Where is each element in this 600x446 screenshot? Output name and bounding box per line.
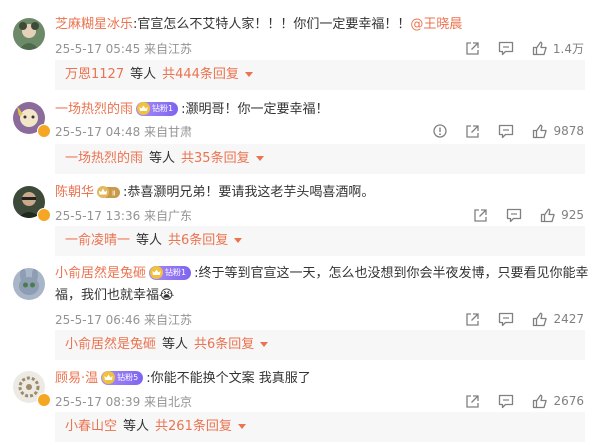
avatar[interactable] — [13, 18, 45, 50]
comment-text-continued: 福，我们也就幸福😭 — [55, 288, 175, 303]
avatar[interactable] — [13, 268, 45, 300]
reply-username[interactable]: 万恩1127 — [65, 67, 124, 82]
share-button[interactable] — [465, 41, 480, 56]
reply-count-link[interactable]: 共35条回复 — [181, 151, 250, 166]
like-icon — [533, 312, 548, 326]
comment-username[interactable]: 一场热烈的雨 — [55, 102, 133, 117]
reply-summary[interactable]: 万恩1127 等人 共444条回复 — [55, 60, 585, 90]
svg-text:Ⅱ: Ⅱ — [112, 189, 115, 197]
reply-connector: 等人 — [123, 419, 150, 434]
reply-count-link[interactable]: 共444条回复 — [162, 67, 239, 82]
comment-icon — [499, 124, 514, 138]
like-button[interactable]: 2676 — [532, 394, 584, 409]
comment-button[interactable] — [506, 208, 522, 223]
comment-username[interactable]: 陈朝华 — [55, 185, 94, 200]
like-button[interactable]: 9878 — [532, 124, 584, 139]
comment-text: :灏明哥！你一定要幸福！ — [181, 102, 329, 117]
report-button[interactable] — [433, 124, 448, 138]
report-icon — [433, 124, 448, 138]
reply-username[interactable]: 一俞凌晴一 — [65, 233, 130, 248]
comment-icon — [498, 41, 514, 55]
share-button[interactable] — [465, 394, 480, 409]
fan-level-badge: 钻粉1 — [149, 265, 192, 280]
like-icon — [533, 394, 548, 408]
like-count: 925 — [561, 208, 584, 222]
comment-text: :终于等到官宣这一天，怎么也没想到你会半夜发博，只要看见你能幸 — [194, 266, 589, 281]
share-icon — [466, 124, 480, 138]
like-count: 9878 — [553, 124, 584, 138]
reply-username[interactable]: 小俞居然是兔砸 — [65, 337, 156, 352]
chevron-down-icon — [237, 424, 246, 429]
like-icon — [533, 124, 548, 138]
comment-meta: 25-5-17 05:45 来自江苏 — [55, 42, 193, 56]
like-count: 1.4万 — [552, 41, 584, 56]
like-button[interactable]: 925 — [540, 208, 584, 223]
comment-meta: 25-5-17 13:36 来自广东 — [55, 209, 193, 223]
comment-button[interactable] — [498, 394, 514, 409]
reply-username[interactable]: 小春山空 — [65, 419, 117, 434]
verified-badge — [37, 208, 51, 222]
reply-summary[interactable]: 小俞居然是兔砸 等人 共6条回复 — [55, 330, 585, 360]
reply-count-link[interactable]: 共261条回复 — [155, 419, 232, 434]
vip-crown-badge: Ⅱ — [97, 185, 121, 199]
comment-icon — [499, 312, 514, 326]
verified-badge — [37, 124, 51, 138]
comment-item: 小俞居然是兔砸 钻粉1:终于等到官宣这一天，怎么也没想到你会半夜发博，只要看见你能… — [0, 256, 600, 360]
comment-item: 一场热烈的雨 钻粉1:灏明哥！你一定要幸福！ 25-5-17 04:48 来自甘肃… — [0, 90, 600, 180]
comment-username[interactable]: 顾易·温 — [55, 371, 98, 386]
fan-level-badge: 钻粉5 — [101, 370, 144, 385]
comment-button[interactable] — [498, 312, 514, 327]
share-button[interactable] — [465, 124, 480, 139]
reply-username[interactable]: 一场热烈的雨 — [65, 151, 143, 166]
chevron-down-icon — [234, 238, 243, 243]
reply-summary[interactable]: 一场热烈的雨 等人 共35条回复 — [55, 144, 585, 174]
like-count: 2676 — [553, 394, 584, 408]
comment-text: :官宣怎么不艾特人家！！！你们一定要幸福！！ — [133, 17, 411, 32]
share-button[interactable] — [473, 208, 488, 223]
fan-level-badge: 钻粉1 — [136, 101, 179, 116]
reply-count-link[interactable]: 共6条回复 — [168, 233, 228, 248]
reply-summary[interactable]: 一俞凌晴一 等人 共6条回复 — [55, 226, 585, 256]
share-icon — [466, 41, 479, 55]
comment-text: :恭喜灏明兄弟！要请我这老芋头喝喜酒啊。 — [123, 185, 375, 200]
reply-summary[interactable]: 小春山空 等人 共261条回复 — [55, 412, 585, 442]
comment-icon — [499, 394, 514, 408]
comment-username[interactable]: 芝麻糊星冰乐 — [55, 17, 133, 32]
comment-meta: 25-5-17 04:48 来自甘肃 — [55, 125, 193, 139]
like-count: 2427 — [553, 312, 584, 326]
comment-button[interactable] — [498, 124, 514, 139]
comment-username[interactable]: 小俞居然是兔砸 — [55, 266, 146, 281]
share-icon — [466, 312, 480, 326]
like-icon — [532, 41, 547, 55]
chevron-down-icon — [260, 342, 269, 347]
reply-connector: 等人 — [136, 233, 163, 248]
comment-item: 顾易·温 钻粉5:你能不能换个文案 我真服了 25-5-17 08:39 来自北京… — [0, 360, 600, 446]
share-icon — [466, 394, 480, 408]
comment-item: 陈朝华 Ⅱ :恭喜灏明兄弟！要请我这老芋头喝喜酒啊。 25-5-17 13:36 来… — [0, 175, 600, 260]
comment-mention-link[interactable]: @王晓晨 — [410, 17, 462, 32]
comment-text: :你能不能换个文案 我真服了 — [146, 371, 311, 386]
reply-connector: 等人 — [149, 151, 176, 166]
share-button[interactable] — [465, 312, 480, 327]
like-icon — [540, 208, 555, 222]
reply-count-link[interactable]: 共6条回复 — [194, 337, 254, 352]
chevron-down-icon — [244, 72, 253, 77]
comment-item: 芝麻糊星冰乐:官宣怎么不艾特人家！！！你们一定要幸福！！@王晓晨 25-5-17… — [0, 0, 600, 90]
chevron-down-icon — [255, 156, 264, 161]
comment-icon — [506, 208, 522, 222]
verified-badge — [37, 393, 51, 407]
comment-button[interactable] — [498, 41, 514, 56]
comment-meta: 25-5-17 06:46 来自江苏 — [55, 313, 193, 327]
comment-meta: 25-5-17 08:39 来自北京 — [55, 395, 193, 409]
share-icon — [474, 208, 487, 222]
like-button[interactable]: 1.4万 — [532, 40, 584, 57]
reply-connector: 等人 — [162, 337, 189, 352]
reply-connector: 等人 — [130, 67, 157, 82]
like-button[interactable]: 2427 — [532, 312, 584, 327]
